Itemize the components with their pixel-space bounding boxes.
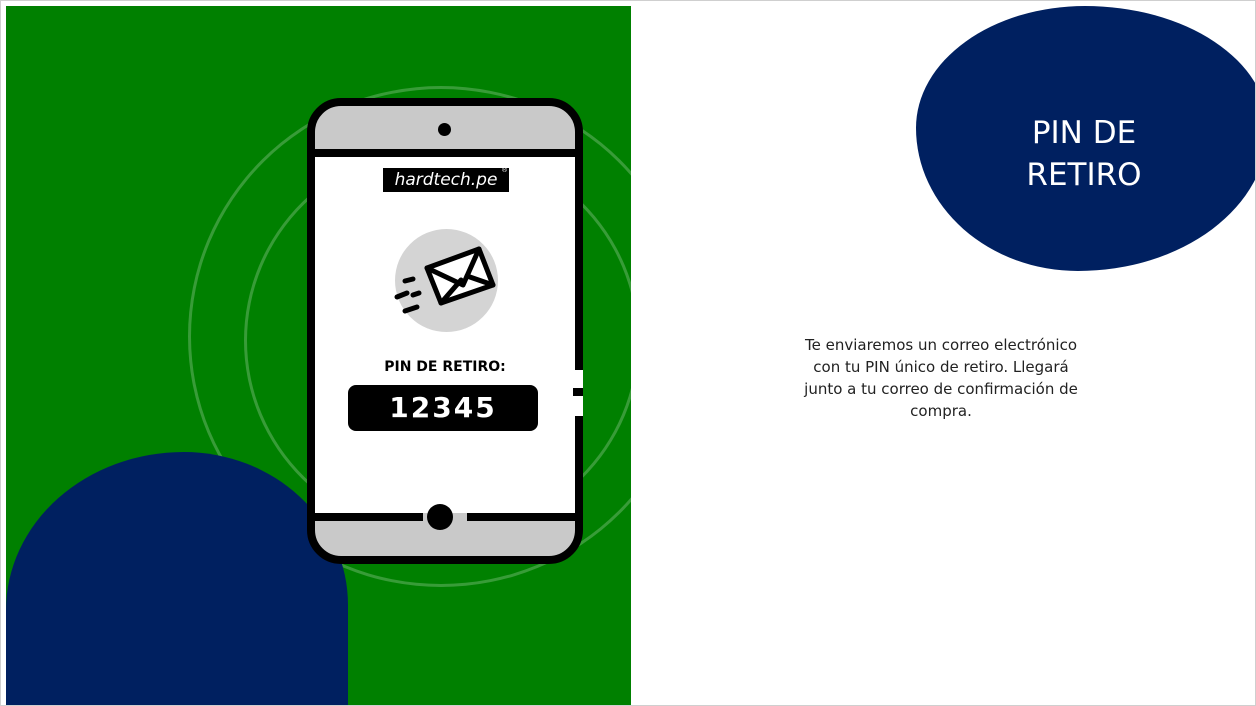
description-line-2: con tu PIN único de retiro. Llegará xyxy=(813,358,1069,376)
phone-bottom-divider-right xyxy=(467,513,575,521)
phone-bottom-divider-left xyxy=(315,513,423,521)
slide-title: PIN DE RETIRO xyxy=(961,112,1207,196)
description-text: Te enviaremos un correo electrónico con … xyxy=(769,334,1113,422)
phone-screen: hardtech.pe ® PIN DE RETIRO: 12345 xyxy=(315,157,575,513)
slide-title-line-2: RETIRO xyxy=(1026,157,1142,193)
envelope-icon xyxy=(394,246,496,314)
phone-top-divider xyxy=(315,149,575,157)
phone-side-button xyxy=(573,388,583,396)
phone-home-button-icon xyxy=(427,504,453,530)
slide: hardtech.pe ® PIN DE RETIRO: 12345 PIN D… xyxy=(0,0,1256,706)
description-line-1: Te enviaremos un correo electrónico xyxy=(804,336,1077,354)
pin-code: 12345 xyxy=(348,385,538,431)
brand-logo: hardtech.pe xyxy=(383,168,509,192)
description-line-3: junto a tu correo de confirmación de xyxy=(804,380,1078,398)
brand-registered-mark: ® xyxy=(502,167,508,174)
description-line-4: compra. xyxy=(910,402,972,420)
green-panel: hardtech.pe ® PIN DE RETIRO: 12345 xyxy=(6,6,631,705)
phone-camera-icon xyxy=(438,123,451,136)
phone-illustration: hardtech.pe ® PIN DE RETIRO: 12345 xyxy=(307,98,583,564)
slide-title-line-1: PIN DE xyxy=(1031,115,1137,151)
pin-label: PIN DE RETIRO: xyxy=(384,359,506,375)
